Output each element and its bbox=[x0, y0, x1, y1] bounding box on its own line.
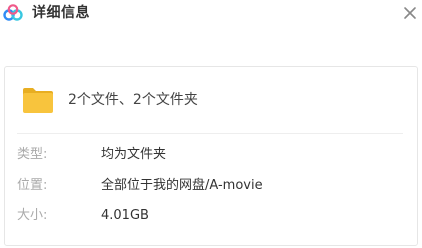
dialog-header: 详细信息 bbox=[0, 0, 422, 30]
selection-summary: 2个文件、2个文件夹 bbox=[68, 92, 198, 108]
type-value: 均为文件夹 bbox=[101, 147, 167, 162]
dialog-title: 详细信息 bbox=[32, 5, 90, 21]
type-label: 类型: bbox=[17, 147, 48, 162]
size-label: 大小: bbox=[17, 208, 48, 223]
baidu-netdisk-logo-icon bbox=[3, 4, 23, 21]
location-label: 位置: bbox=[17, 178, 48, 193]
location-value: 全部位于我的网盘/A-movie bbox=[101, 178, 263, 193]
divider bbox=[17, 133, 403, 134]
close-icon[interactable] bbox=[401, 4, 419, 22]
details-panel: 2个文件、2个文件夹 类型: 均为文件夹 位置: 全部位于我的网盘/A-movi… bbox=[4, 66, 418, 246]
size-value: 4.01GB bbox=[101, 208, 149, 223]
folder-icon bbox=[23, 88, 53, 113]
